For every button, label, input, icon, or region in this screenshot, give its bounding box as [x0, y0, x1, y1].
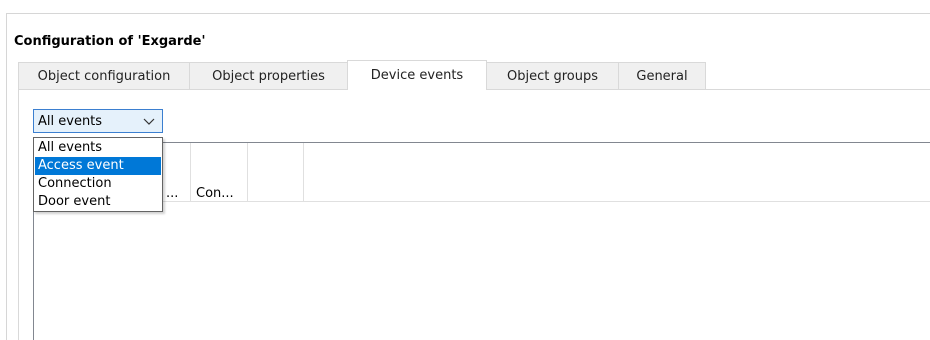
events-grid: ... Con...: [33, 142, 930, 340]
column-header-1[interactable]: ...: [166, 186, 178, 201]
window-left-border: [6, 13, 7, 340]
column-header-2[interactable]: Con...: [196, 186, 234, 201]
window-top-border: [6, 13, 930, 14]
chevron-down-icon[interactable]: [143, 116, 155, 126]
dropdown-option-door-event[interactable]: Door event: [35, 193, 161, 211]
tab-object-properties[interactable]: Object properties: [189, 62, 348, 89]
dropdown-option-connection[interactable]: Connection: [35, 175, 161, 193]
tab-object-groups[interactable]: Object groups: [486, 62, 619, 89]
event-filter-dropdown-list: All events Access event Connection Door …: [33, 137, 163, 212]
column-separator: [247, 143, 248, 201]
column-separator: [303, 143, 304, 201]
events-grid-header: ... Con...: [34, 143, 930, 202]
tab-panel-left-border: [18, 89, 19, 340]
dropdown-option-access-event[interactable]: Access event: [35, 157, 161, 175]
dropdown-option-all-events[interactable]: All events: [35, 139, 161, 157]
tab-general[interactable]: General: [618, 62, 706, 89]
event-filter-value: All events: [38, 114, 103, 129]
tab-device-events[interactable]: Device events: [347, 60, 487, 90]
column-separator: [190, 143, 191, 201]
config-title: Configuration of 'Exgarde': [14, 34, 206, 49]
event-filter-combobox[interactable]: All events: [33, 109, 163, 133]
tab-object-configuration[interactable]: Object configuration: [18, 62, 190, 89]
